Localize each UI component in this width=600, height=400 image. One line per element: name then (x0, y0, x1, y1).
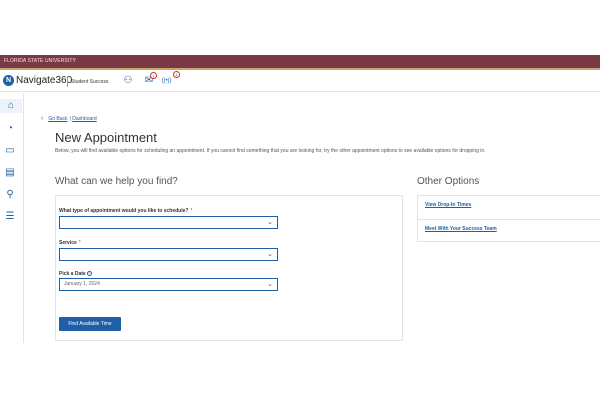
left-sidebar: ⌂ ◔ ▭ ▤ ⚲ ☰ (0, 93, 24, 343)
service-label: Service * (59, 240, 81, 246)
university-banner: FLORIDA STATE UNIVERSITY (0, 55, 600, 68)
mail-badge: 1 (150, 72, 157, 79)
calendar-card-icon[interactable]: ▤ (3, 166, 17, 180)
other-options-heading: Other Options (417, 176, 480, 187)
appointment-type-label-text: What type of appointment would you like … (59, 208, 189, 214)
app-window: FLORIDA STATE UNIVERSITY N Navigate360 S… (0, 0, 600, 400)
people-icon[interactable]: ⚇ (122, 75, 134, 87)
info-icon[interactable]: i (86, 271, 92, 277)
product-name: Student Success (71, 79, 109, 85)
list-icon[interactable]: ☰ (3, 210, 17, 224)
breadcrumb: ‹ Go Back |Dashboard (41, 115, 97, 122)
page-title: New Appointment (55, 130, 157, 145)
chevron-down-icon: ⌄ (267, 281, 273, 288)
required-marker: * (190, 208, 193, 214)
dashboard-gauge-icon[interactable]: ◔ (3, 122, 17, 136)
app-header: N Navigate360 Student Success ⚇ ✉ 1 ((•)… (0, 70, 600, 92)
brand-divider (67, 76, 68, 87)
service-select[interactable]: ⌄ (59, 248, 278, 261)
broadcast-badge: 1 (173, 71, 180, 78)
chevron-down-icon: ⌄ (267, 219, 273, 226)
form-heading: What can we help you find? (55, 176, 178, 187)
appointment-type-select[interactable]: ⌄ (59, 216, 278, 229)
other-options-divider (417, 219, 600, 220)
view-drop-in-times-link[interactable]: View Drop-In Times (425, 202, 471, 208)
chevron-left-icon: ‹ (41, 115, 44, 122)
pick-date-label-text: Pick a Date (59, 271, 86, 277)
search-icon[interactable]: ⚲ (3, 188, 17, 202)
messages-icon[interactable]: ▭ (3, 144, 17, 158)
brand-name: Navigate360 (16, 75, 73, 86)
date-select[interactable]: January 1, 2024 ⌄ (59, 278, 278, 291)
date-value: January 1, 2024 (64, 281, 100, 287)
appointment-type-label: What type of appointment would you like … (59, 208, 192, 214)
navigate-logo-icon: N (3, 75, 14, 86)
meet-success-team-link[interactable]: Meet With Your Success Team (425, 226, 497, 232)
go-back-link[interactable]: Go Back (48, 116, 67, 122)
page-description: Below, you will find available options f… (55, 148, 486, 154)
required-marker: * (78, 240, 81, 246)
chevron-down-icon: ⌄ (267, 251, 273, 258)
dashboard-link[interactable]: Dashboard (72, 116, 96, 122)
home-icon[interactable]: ⌂ (0, 99, 22, 113)
pick-date-label: Pick a Date i (59, 271, 92, 277)
broadcast-icon[interactable]: ((•)) (158, 75, 175, 87)
find-available-time-button[interactable]: Find Available Time (59, 317, 121, 331)
service-label-text: Service (59, 240, 77, 246)
